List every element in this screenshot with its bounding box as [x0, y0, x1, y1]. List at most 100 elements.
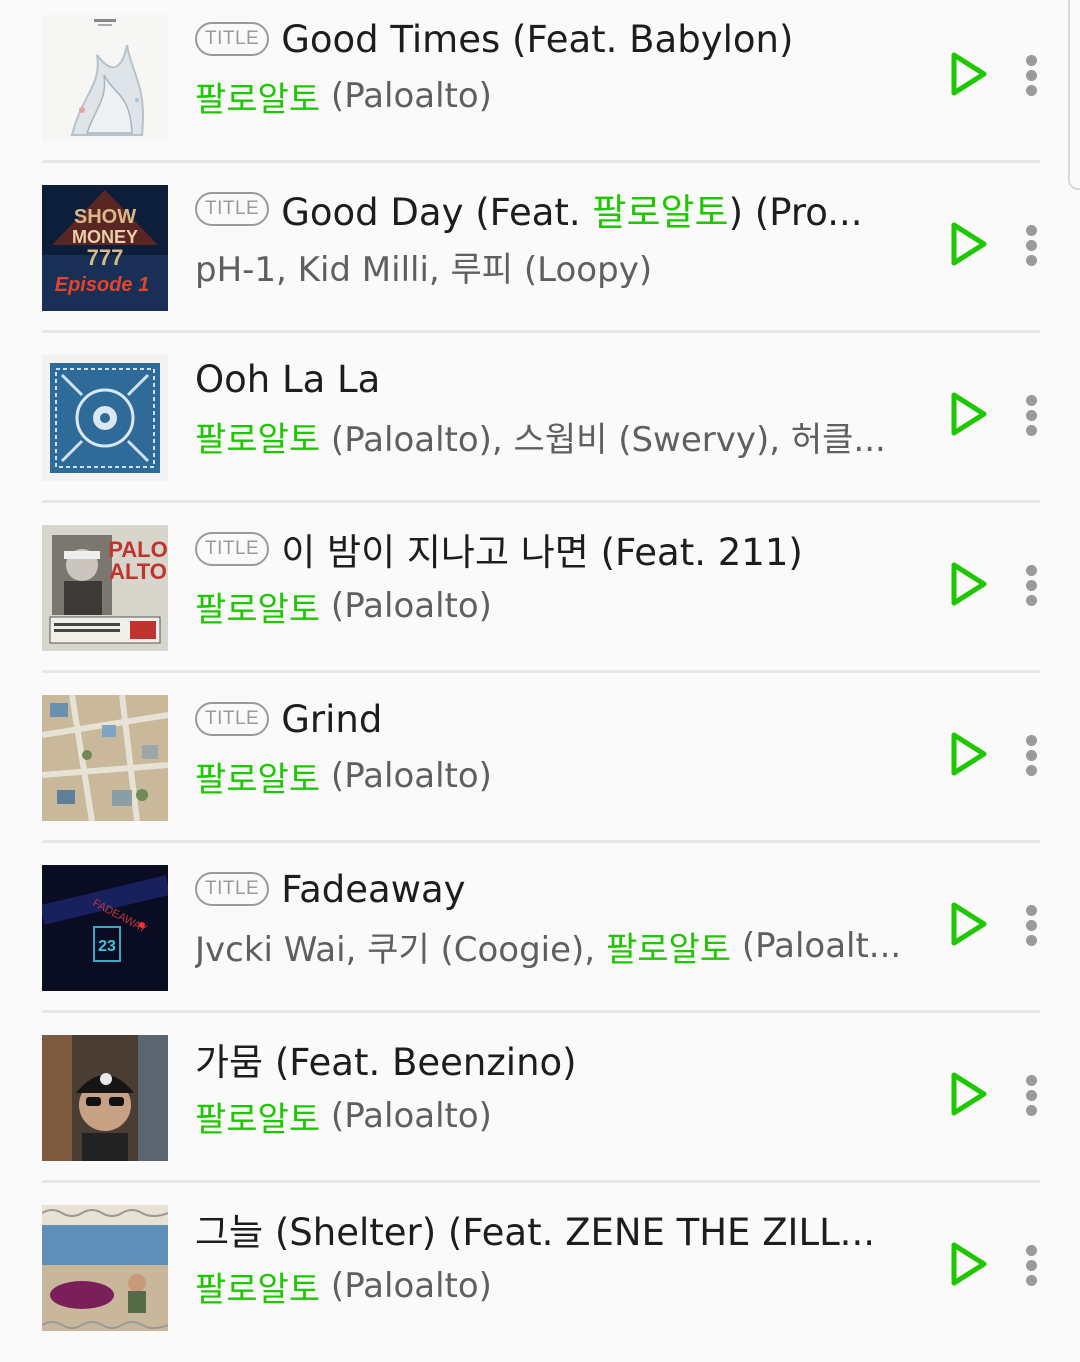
- album-art-bandana-cover[interactable]: [42, 355, 168, 481]
- artist-text: (Paloalto): [320, 756, 492, 796]
- more-options-icon[interactable]: [1020, 730, 1044, 780]
- title-track-badge: TITLE: [195, 872, 270, 906]
- track-info[interactable]: TITLE 이 밤이 지나고 나면 (Feat. 211) 팔로알토 (Paloal…: [195, 520, 915, 634]
- track-info[interactable]: TITLE Grind 팔로알토 (Paloalto): [195, 690, 915, 804]
- more-options-icon[interactable]: [1020, 560, 1044, 610]
- track-info[interactable]: 그늘 (Shelter) (Feat. ZENE THE ZILL... 팔로알토…: [195, 1200, 915, 1314]
- svg-text:Episode 1: Episode 1: [55, 274, 149, 296]
- more-options-icon[interactable]: [1020, 1240, 1044, 1290]
- artist-link[interactable]: 팔로알토: [195, 412, 320, 461]
- row-divider: [42, 1010, 1040, 1013]
- row-divider: [42, 500, 1040, 503]
- dot: [1026, 1075, 1037, 1086]
- more-options-icon[interactable]: [1020, 50, 1044, 100]
- album-art-show-me-the-money-cover[interactable]: SHOW MONEY 777 Episode 1: [42, 185, 168, 311]
- track-title-line: 그늘 (Shelter) (Feat. ZENE THE ZILL...: [195, 1200, 915, 1258]
- track-row[interactable]: FADEAWAY 23 TITLE Fadeaway Jvcki Wai, 쿠기 (…: [0, 850, 1080, 1020]
- dot: [1026, 1090, 1037, 1101]
- title-track-badge: TITLE: [195, 192, 270, 226]
- track-artists: 팔로알토 (Paloalto): [195, 748, 915, 804]
- more-options-icon[interactable]: [1020, 220, 1044, 270]
- track-title: Ooh La La: [195, 357, 381, 401]
- album-art-dark-neon-cover[interactable]: FADEAWAY 23: [42, 865, 168, 991]
- track-title: Grind: [281, 697, 383, 741]
- track-artists: 팔로알토 (Paloalto), 스웝비 (Swervy), 허클...: [195, 408, 915, 464]
- svg-text:SHOW: SHOW: [74, 206, 136, 228]
- track-info[interactable]: Ooh La La 팔로알토 (Paloalto), 스웝비 (Swervy), …: [195, 350, 915, 464]
- play-icon[interactable]: [946, 730, 990, 778]
- dot: [1026, 1105, 1037, 1116]
- dot: [1026, 905, 1037, 916]
- artist-link[interactable]: 팔로알토: [195, 582, 320, 631]
- dot: [1026, 750, 1037, 761]
- artist-link[interactable]: 팔로알토: [606, 922, 731, 971]
- track-title-part: ) (Pro...: [728, 191, 863, 234]
- dot: [1026, 580, 1037, 591]
- track-row[interactable]: TITLE Good Times (Feat. Babylon) 팔로알토 (Pal…: [0, 0, 1080, 170]
- track-title-part: Good Day (Feat.: [281, 191, 593, 234]
- scrollbar[interactable]: [1068, 0, 1080, 190]
- featured-artist-link[interactable]: 팔로알토: [592, 191, 728, 234]
- track-row[interactable]: Ooh La La 팔로알토 (Paloalto), 스웝비 (Swervy), …: [0, 340, 1080, 510]
- dot: [1026, 1260, 1037, 1271]
- track-artists: 팔로알토 (Paloalto): [195, 1258, 915, 1314]
- track-info[interactable]: TITLE Fadeaway Jvcki Wai, 쿠기 (Coogie), 팔로알…: [195, 860, 915, 974]
- title-track-badge: TITLE: [195, 532, 270, 566]
- track-title-line: TITLE Good Day (Feat. 팔로알토) (Pro...: [195, 180, 915, 238]
- artist-link[interactable]: 팔로알토: [195, 752, 320, 801]
- track-title-line: TITLE 이 밤이 지나고 나면 (Feat. 211): [195, 520, 915, 578]
- play-icon[interactable]: [946, 900, 990, 948]
- artist-text: Jvcki Wai, 쿠기 (Coogie),: [195, 929, 606, 970]
- track-row[interactable]: PALO ALTO TITLE 이 밤이 지나고 나면 (Feat. 211) 팔로…: [0, 510, 1080, 680]
- row-divider: [42, 670, 1040, 673]
- title-track-badge: TITLE: [195, 702, 270, 736]
- play-icon[interactable]: [946, 390, 990, 438]
- album-art-city-aerial-cover[interactable]: [42, 695, 168, 821]
- artist-text: (Paloalto), 스웝비 (Swervy), 허클...: [320, 419, 886, 460]
- dot: [1026, 425, 1037, 436]
- track-title: Good Times (Feat. Babylon): [281, 17, 794, 61]
- more-options-icon[interactable]: [1020, 900, 1044, 950]
- play-icon[interactable]: [946, 1240, 990, 1288]
- play-icon[interactable]: [946, 1070, 990, 1118]
- track-info[interactable]: TITLE Good Day (Feat. 팔로알토) (Pro... pH-1, …: [195, 180, 915, 294]
- album-art-street-portrait-cover[interactable]: [42, 1035, 168, 1161]
- artist-text: (Paloalt...: [731, 926, 902, 966]
- track-artists: 팔로알토 (Paloalto): [195, 68, 915, 124]
- track-row[interactable]: 가뭄 (Feat. Beenzino) 팔로알토 (Paloalto): [0, 1020, 1080, 1190]
- track-row[interactable]: 그늘 (Shelter) (Feat. ZENE THE ZILL... 팔로알토…: [0, 1190, 1080, 1360]
- track-info[interactable]: 가뭄 (Feat. Beenzino) 팔로알토 (Paloalto): [195, 1030, 915, 1144]
- track-artists: pH-1, Kid Milli, 루피 (Loopy): [195, 238, 915, 294]
- track-row[interactable]: TITLE Grind 팔로알토 (Paloalto): [0, 680, 1080, 850]
- dot: [1026, 395, 1037, 406]
- dot: [1026, 595, 1037, 606]
- dot: [1026, 735, 1037, 746]
- dot: [1026, 225, 1037, 236]
- album-art-white-splash-cover[interactable]: [42, 15, 168, 141]
- svg-text:ALTO: ALTO: [109, 559, 167, 584]
- album-art-beach-cover[interactable]: [42, 1205, 168, 1331]
- svg-text:23: 23: [98, 938, 116, 955]
- dot: [1026, 255, 1037, 266]
- album-art-palo-alto-portrait-cover[interactable]: PALO ALTO: [42, 525, 168, 651]
- track-title-line: 가뭄 (Feat. Beenzino): [195, 1030, 915, 1088]
- artist-link[interactable]: 팔로알토: [195, 72, 320, 121]
- more-options-icon[interactable]: [1020, 1070, 1044, 1120]
- track-title-line: TITLE Good Times (Feat. Babylon): [195, 10, 915, 68]
- dot: [1026, 765, 1037, 776]
- artist-text: (Paloalto): [320, 586, 492, 626]
- row-divider: [42, 160, 1040, 163]
- track-row[interactable]: SHOW MONEY 777 Episode 1 TITLE Good Day (F…: [0, 170, 1080, 340]
- play-icon[interactable]: [946, 50, 990, 98]
- more-options-icon[interactable]: [1020, 390, 1044, 440]
- dot: [1026, 85, 1037, 96]
- row-divider: [42, 1180, 1040, 1183]
- track-title-line: TITLE Fadeaway: [195, 860, 915, 918]
- track-info[interactable]: TITLE Good Times (Feat. Babylon) 팔로알토 (Pal…: [195, 10, 915, 124]
- artist-link[interactable]: 팔로알토: [195, 1092, 320, 1141]
- track-artists: Jvcki Wai, 쿠기 (Coogie), 팔로알토 (Paloalt...: [195, 918, 915, 974]
- artist-link[interactable]: 팔로알토: [195, 1262, 320, 1311]
- title-track-badge: TITLE: [195, 22, 270, 56]
- play-icon[interactable]: [946, 220, 990, 268]
- play-icon[interactable]: [946, 560, 990, 608]
